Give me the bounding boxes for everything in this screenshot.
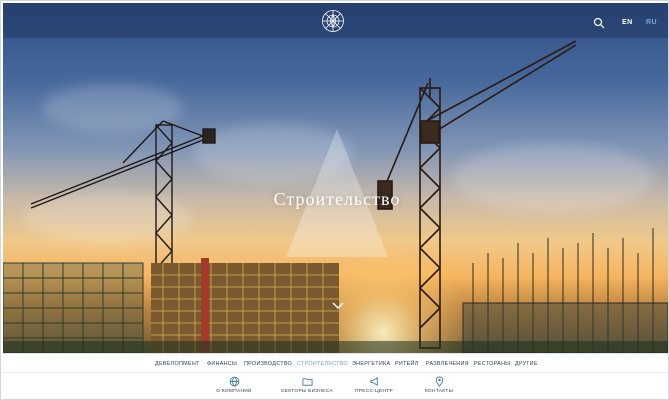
nav-item-construction[interactable]: СТРОИТЕЛЬСТВО — [297, 361, 348, 367]
footer-item-label: О КОМПАНИИ — [216, 389, 252, 394]
ground — [3, 341, 668, 353]
hero-banner: EN RU Строительство — [3, 3, 668, 353]
footer-item-about[interactable]: О КОМПАНИИ — [204, 376, 264, 394]
lang-en-link[interactable]: EN — [622, 19, 633, 26]
footer-item-label: ПРЕСС-ЦЕНТР — [354, 389, 393, 394]
building-under-construction — [151, 258, 339, 353]
left-crane — [30, 120, 216, 276]
footer-item-contacts[interactable]: КОНТАКТЫ — [409, 376, 469, 394]
nav-item-other[interactable]: ДРУГИЕ — [515, 361, 538, 367]
megaphone-icon — [369, 377, 378, 386]
footer-item-press[interactable]: ПРЕСС-ЦЕНТР — [344, 376, 404, 394]
nav-item-energy[interactable]: ЭНЕРГЕТИКА — [352, 361, 390, 367]
globe-icon — [229, 376, 239, 387]
nav-item-production[interactable]: ПРОИЗВОДСТВО — [244, 361, 292, 367]
chevron-down-icon[interactable] — [332, 301, 344, 311]
scaffolding-left — [3, 262, 144, 353]
footer-item-label: СЕКТОРЫ БИЗНЕСА — [281, 389, 333, 394]
hero-title: Строительство — [273, 189, 401, 209]
map-pin-icon — [435, 376, 443, 387]
page-frame: EN RU Строительство ДЕВЕЛОПМЕНТ ФИНАНСЫ … — [0, 0, 669, 400]
folder-icon — [302, 378, 312, 386]
lang-ru-link[interactable]: RU — [646, 19, 657, 26]
nav-item-entertainment[interactable]: РАЗВЛЕЧЕНИЯ — [426, 361, 469, 367]
search-icon[interactable] — [593, 17, 605, 29]
nav-item-finance[interactable]: ФИНАНСЫ — [207, 361, 237, 367]
nav-item-restaurants[interactable]: РЕСТОРАНЫ — [474, 361, 510, 367]
nav-item-retail[interactable]: РИТЕЙЛ — [395, 361, 419, 367]
nav-item-development[interactable]: ДЕВЕЛОПМЕНТ — [155, 361, 200, 367]
footer-nav: О КОМПАНИИ СЕКТОРЫ БИЗНЕСА ПРЕСС-ЦЕНТР К… — [3, 373, 668, 399]
rebar-right — [462, 228, 668, 353]
snowflake-mandala-logo[interactable] — [321, 9, 345, 33]
footer-item-sectors[interactable]: СЕКТОРЫ БИЗНЕСА — [277, 376, 337, 394]
sector-nav: ДЕВЕЛОПМЕНТ ФИНАНСЫ ПРОИЗВОДСТВО СТРОИТЕ… — [3, 353, 668, 373]
footer-item-label: КОНТАКТЫ — [424, 389, 454, 394]
